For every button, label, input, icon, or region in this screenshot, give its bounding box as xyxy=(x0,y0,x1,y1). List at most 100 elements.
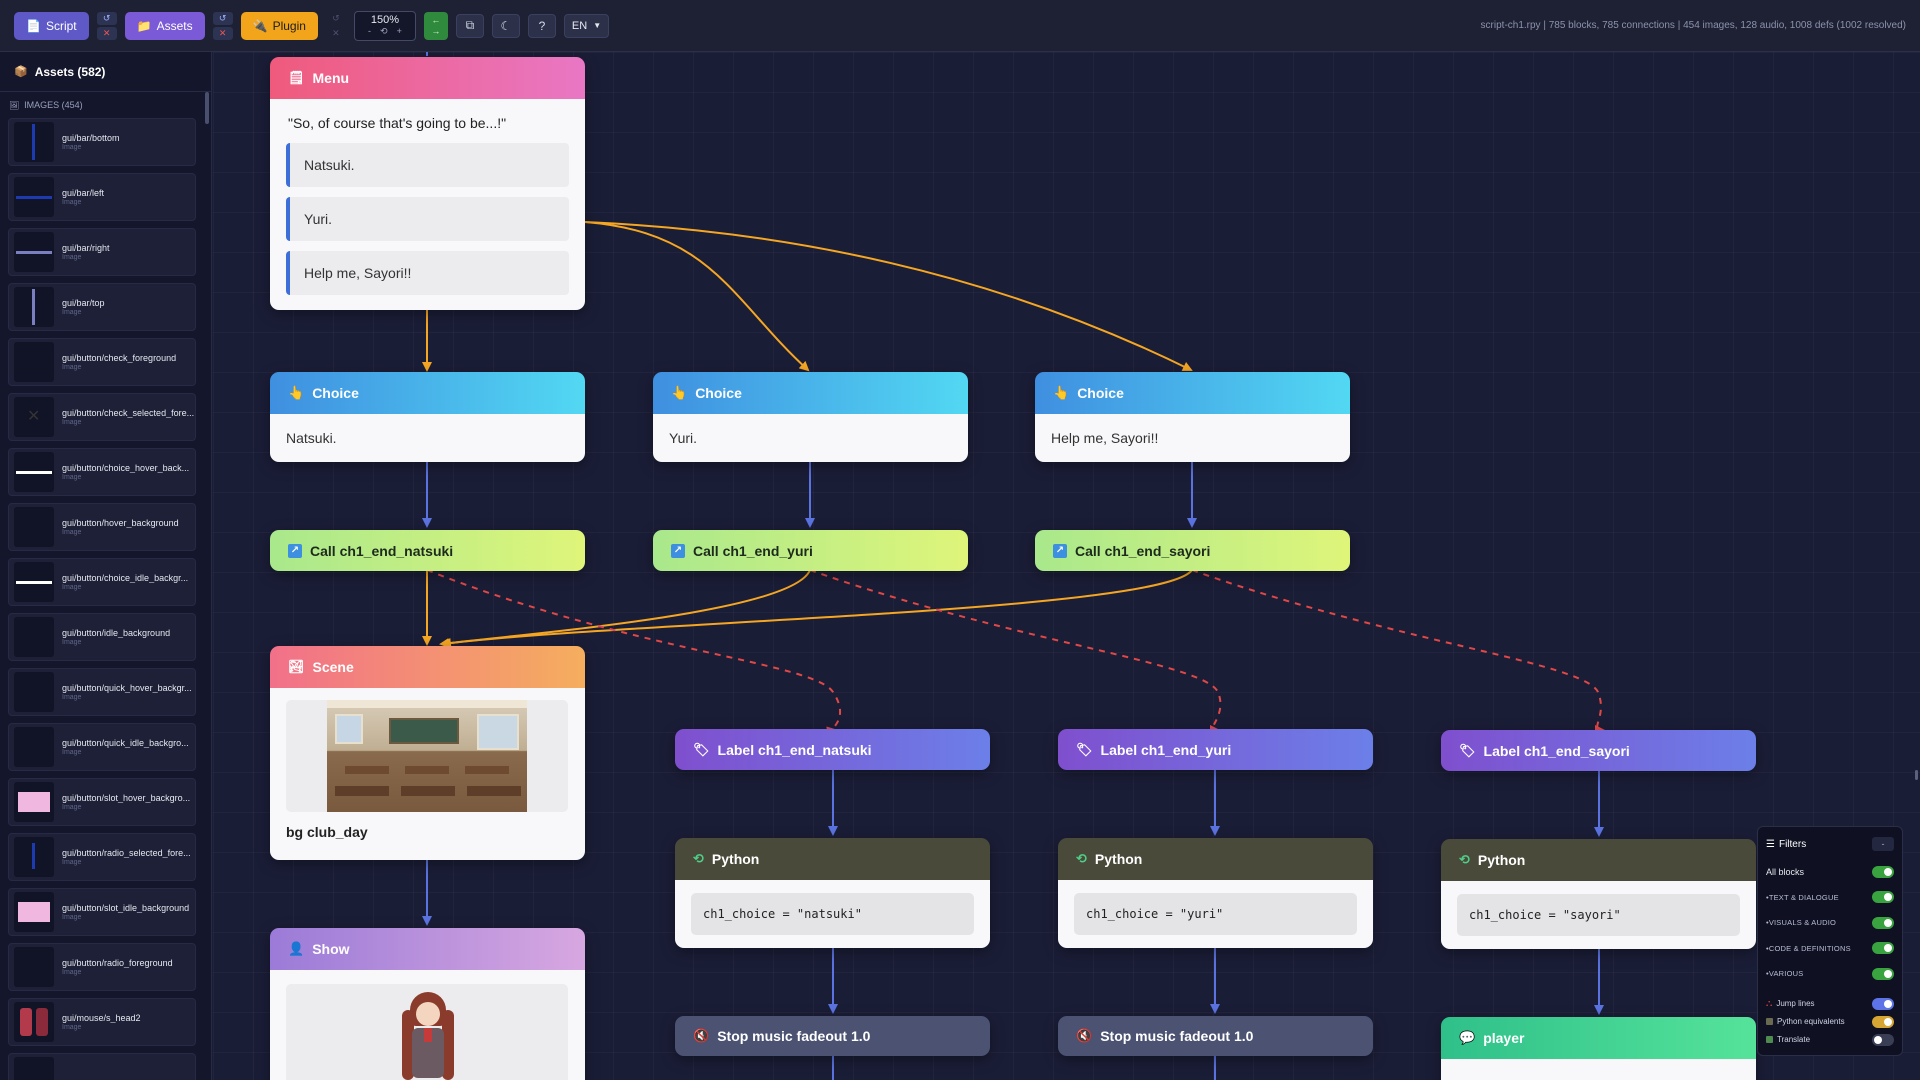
label-node-yuri[interactable]: 🏷 Label ch1_end_yuri xyxy=(1058,729,1373,770)
zoom-in-button[interactable]: + xyxy=(397,26,402,37)
help-button[interactable]: ? xyxy=(527,13,556,38)
asset-item[interactable]: gui/button/slot_idle_background Image xyxy=(8,888,196,936)
asset-type: Image xyxy=(62,254,82,261)
filter-python-equivalents-toggle[interactable] xyxy=(1872,1015,1894,1028)
filter-translate-toggle[interactable] xyxy=(1872,1033,1894,1046)
asset-item[interactable]: gui/button/idle_background Image xyxy=(8,613,196,661)
asset-thumbnail xyxy=(14,452,54,492)
call-node-title: Call ch1_end_yuri xyxy=(693,542,813,559)
choice-node-yuri[interactable]: 👆 Choice Yuri. xyxy=(653,372,968,462)
images-section-label: IMAGES (454) xyxy=(24,100,83,110)
label-node-natsuki[interactable]: 🏷 Label ch1_end_natsuki xyxy=(675,729,990,770)
asset-item[interactable]: ✕ gui/button/check_selected_fore... Image xyxy=(8,393,196,441)
choice-node-natsuki[interactable]: 👆 Choice Natsuki. xyxy=(270,372,585,462)
stop-music-node-title: Stop music fadeout 1.0 xyxy=(1100,1028,1254,1044)
scene-node[interactable]: 🏞 Scene bg club_day xyxy=(270,646,585,860)
call-node-natsuki[interactable]: ↗ Call ch1_end_natsuki xyxy=(270,530,585,571)
flow-canvas[interactable]: 🗒 Menu "So, of course that's going to be… xyxy=(213,52,1920,1080)
call-node-sayori[interactable]: ↗ Call ch1_end_sayori xyxy=(1035,530,1350,571)
call-node-title: Call ch1_end_sayori xyxy=(1075,542,1211,559)
scene-node-body: bg club_day xyxy=(270,688,585,860)
asset-item[interactable]: gui/button/hover_background Image xyxy=(8,503,196,551)
language-select[interactable]: EN ▼ xyxy=(563,13,610,38)
zoom-out-button[interactable]: - xyxy=(368,26,371,37)
menu-option-natsuki[interactable]: Natsuki. xyxy=(286,143,569,187)
asset-thumbnail xyxy=(14,507,54,547)
sidebar-scrollbar[interactable] xyxy=(205,92,209,124)
canvas-scrollbar[interactable] xyxy=(1915,770,1918,780)
reload-assets-icon[interactable]: ↺ xyxy=(212,11,233,25)
theme-toggle-button[interactable]: ☾ xyxy=(491,13,520,38)
choice-node-sayori[interactable]: 👆 Choice Help me, Sayori!! xyxy=(1035,372,1350,462)
asset-item[interactable]: gui/bar/right Image xyxy=(8,228,196,276)
close-plugin-icon[interactable]: ✕ xyxy=(326,27,346,40)
asset-item[interactable]: gui/mouse/s_head2 Image xyxy=(8,998,196,1046)
stop-music-node-2[interactable]: 🔇 Stop music fadeout 1.0 xyxy=(1058,1016,1373,1056)
scene-name: bg club_day xyxy=(286,824,368,840)
copy-button[interactable]: ⧉ xyxy=(455,13,484,38)
python-icon: ⟲ xyxy=(693,851,704,866)
asset-item[interactable]: gui/button/quick_idle_backgro... Image xyxy=(8,723,196,771)
menu-node-title: Menu xyxy=(312,70,350,86)
asset-item[interactable]: gui/button/quick_hover_backgr... Image xyxy=(8,668,196,716)
filter-jump-lines-toggle[interactable] xyxy=(1872,997,1894,1010)
filters-minimize-button[interactable]: - xyxy=(1872,837,1894,851)
asset-thumbnail: ✕ xyxy=(14,397,54,437)
asset-item[interactable]: gui/button/choice_idle_backgr... Image xyxy=(8,558,196,606)
menu-option-yuri[interactable]: Yuri. xyxy=(286,197,569,241)
asset-thumbnail xyxy=(14,287,54,327)
asset-name: gui/bar/bottom xyxy=(62,133,120,143)
asset-item[interactable] xyxy=(8,1053,196,1080)
call-arrow-icon: ↗ xyxy=(671,543,685,558)
tag-icon: 🏷 xyxy=(1076,741,1093,757)
reload-plugin-icon[interactable]: ↺ xyxy=(326,12,346,25)
filter-jump-lines-label: Jump lines xyxy=(1776,999,1815,1008)
menu-option-sayori[interactable]: Help me, Sayori!! xyxy=(286,251,569,295)
choice-node-body: Help me, Sayori!! xyxy=(1035,414,1350,462)
assets-button-label: Assets xyxy=(156,18,193,33)
plugin-button[interactable]: 🔌 Plugin xyxy=(240,11,318,40)
show-node-body xyxy=(270,970,585,1080)
asset-thumbnail xyxy=(14,947,54,987)
asset-item[interactable]: gui/button/radio_foreground Image xyxy=(8,943,196,991)
asset-item[interactable]: gui/bar/top Image xyxy=(8,283,196,331)
asset-thumbnail xyxy=(14,342,54,382)
menu-node[interactable]: 🗒 Menu "So, of course that's going to be… xyxy=(270,57,585,310)
asset-name: gui/bar/right xyxy=(62,243,110,253)
filter-code-definitions-toggle[interactable] xyxy=(1872,942,1894,955)
script-button[interactable]: 📄 Script xyxy=(14,11,89,40)
assets-button[interactable]: 📁 Assets xyxy=(124,11,205,40)
show-node[interactable]: 👤 Show xyxy=(270,928,585,1080)
edge-menu-choice-sayori xyxy=(584,221,1193,371)
close-assets-icon[interactable]: ✕ xyxy=(212,26,233,40)
asset-item[interactable]: gui/button/slot_hover_backgro... Image xyxy=(8,778,196,826)
filter-visuals-audio-toggle[interactable] xyxy=(1872,916,1894,929)
call-node-yuri[interactable]: ↗ Call ch1_end_yuri xyxy=(653,530,968,571)
plugin-button-label: Plugin xyxy=(272,18,306,33)
asset-item[interactable]: gui/button/choice_hover_back... Image xyxy=(8,448,196,496)
images-section-header[interactable]: 🖼 IMAGES (454) xyxy=(0,92,211,118)
filter-all-blocks-toggle[interactable] xyxy=(1872,865,1894,878)
stop-music-node-1[interactable]: 🔇 Stop music fadeout 1.0 xyxy=(675,1016,990,1056)
filter-various-toggle[interactable] xyxy=(1872,967,1894,980)
python-node-sayori[interactable]: ⟲ Python ch1_choice = "sayori" xyxy=(1441,839,1756,949)
label-node-sayori[interactable]: 🏷 Label ch1_end_sayori xyxy=(1441,730,1756,771)
filter-text-dialogue-toggle[interactable] xyxy=(1872,891,1894,904)
zoom-reset-button[interactable]: ⟲ xyxy=(380,26,388,37)
python-node-header: ⟲ Python xyxy=(1058,838,1373,880)
asset-name: gui/button/radio_foreground xyxy=(62,958,173,968)
asset-item[interactable]: gui/button/radio_selected_fore... Image xyxy=(8,833,196,881)
asset-type: Image xyxy=(62,474,82,481)
python-node-natsuki[interactable]: ⟲ Python ch1_choice = "natsuki" xyxy=(675,838,990,948)
reload-icon[interactable]: ↺ xyxy=(96,11,117,25)
player-dialogue-node[interactable]: 💬 player xyxy=(1441,1017,1756,1080)
asset-name: gui/bar/top xyxy=(62,298,105,308)
plugin-icon: 🔌 xyxy=(252,18,268,33)
asset-item[interactable]: gui/bar/bottom Image xyxy=(8,118,196,166)
python-node-yuri[interactable]: ⟲ Python ch1_choice = "yuri" xyxy=(1058,838,1373,948)
asset-item[interactable]: gui/bar/left Image xyxy=(8,173,196,221)
close-script-icon[interactable]: ✕ xyxy=(96,26,117,40)
asset-item[interactable]: gui/button/check_foreground Image xyxy=(8,338,196,386)
direction-toggle-button[interactable]: ← → xyxy=(423,11,448,40)
arrow-right-icon: → xyxy=(431,25,441,36)
